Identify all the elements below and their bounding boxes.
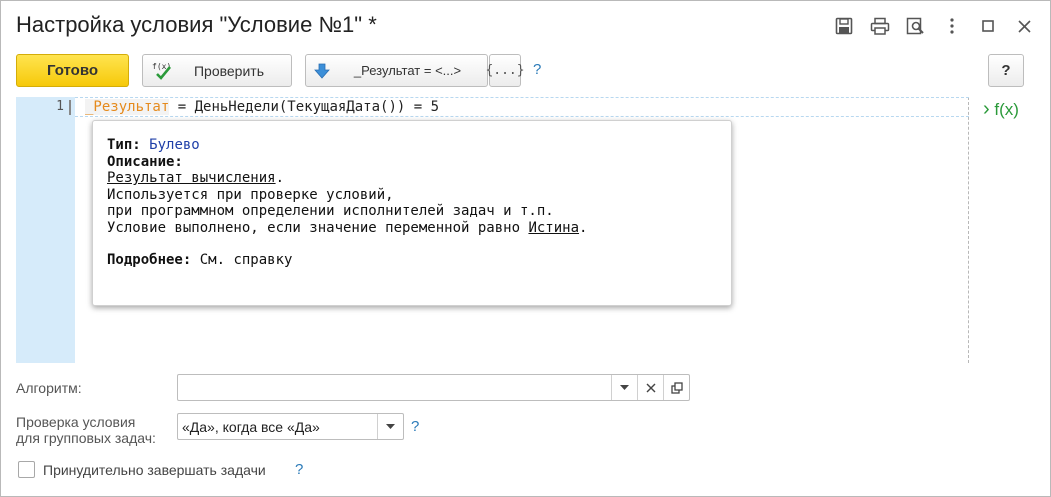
code-text: _Результат = ДеньНедели(ТекущаяДата()) =… [85,98,439,116]
save-icon[interactable] [831,13,857,39]
check-button-label: Проверить [193,62,264,79]
tooltip-type-label: Тип: [107,137,141,153]
group-check-label-line-1: Проверка условия [16,414,136,430]
help-button[interactable]: ? [988,54,1024,87]
result-button[interactable]: _Результат = <...> [305,54,488,87]
tooltip-more-value[interactable]: См. справку [200,252,293,268]
maximize-icon[interactable] [975,13,1001,39]
force-complete-checkbox[interactable] [18,461,35,478]
tooltip-line-3: при программном определении исполнителей… [107,203,554,219]
tooltip-desc-link-suffix: . [275,170,285,186]
print-icon[interactable] [867,13,893,39]
fx-side-panel[interactable]: › f(x) [983,98,1019,121]
editor-gutter: 1 [16,97,75,363]
line-marker [69,100,71,115]
chevron-down-icon[interactable] [611,375,637,400]
code-expression: = ДеньНедели(ТекущаяДата()) = 5 [169,99,440,115]
tooltip-desc-link[interactable]: Результат вычисления [107,170,276,186]
code-line[interactable]: _Результат = ДеньНедели(ТекущаяДата()) =… [75,97,969,117]
fx-side-label: f(x) [994,100,1019,119]
group-check-label-line-2: для групповых задач: [16,430,156,446]
window-title: Настройка условия "Условие №1" * [16,12,377,37]
done-button[interactable]: Готово [16,54,129,87]
group-check-label: Проверка условия для групповых задач: [16,414,156,446]
group-check-select[interactable]: «Да», когда все «Да» [177,413,404,440]
result-button-label: _Результат = <...> [353,63,462,78]
force-complete-label[interactable]: Принудительно завершать задачи [43,462,266,478]
preview-icon[interactable] [903,13,929,39]
close-icon[interactable] [1011,13,1037,39]
window-controls [821,13,1037,39]
help-button-label: ? [1001,62,1011,79]
tooltip-line-4-suffix: . [579,219,588,236]
toolbar-help-mark[interactable]: ? [533,61,541,78]
check-button[interactable]: f(x) Проверить [142,54,292,87]
tooltip-more-label: Подробнее: [107,252,192,268]
tooltip-line-4-prefix: Условие выполнено, если значение перемен… [107,219,529,236]
tooltip-desc-label: Описание: [107,153,183,170]
group-check-help[interactable]: ? [411,418,419,435]
open-icon[interactable] [663,375,689,400]
code-variable: _Результат [85,99,170,115]
line-number: 1 [56,99,64,114]
tooltip-type-value: Булево [149,137,200,153]
tooltip-line-4-link[interactable]: Истина [528,220,579,236]
hint-tooltip: Тип: Булево Описание: Результат вычислен… [92,120,732,306]
force-complete-help[interactable]: ? [295,461,303,478]
clear-icon[interactable] [637,375,663,400]
chevron-down-icon[interactable] [377,414,403,439]
chevron-right-icon: › [983,98,990,120]
check-fx-icon: f(x) [151,60,175,85]
braces-button[interactable]: {...} [485,54,525,87]
down-arrow-icon [314,63,330,82]
braces-button-label: {...} [485,63,525,78]
group-check-value: «Да», когда все «Да» [182,419,320,435]
algorithm-label: Алгоритм: [16,380,82,396]
more-icon[interactable] [939,13,965,39]
tooltip-line-2: Используется при проверке условий, [107,186,394,203]
algorithm-field[interactable] [177,374,690,401]
done-button-label: Готово [46,62,99,79]
